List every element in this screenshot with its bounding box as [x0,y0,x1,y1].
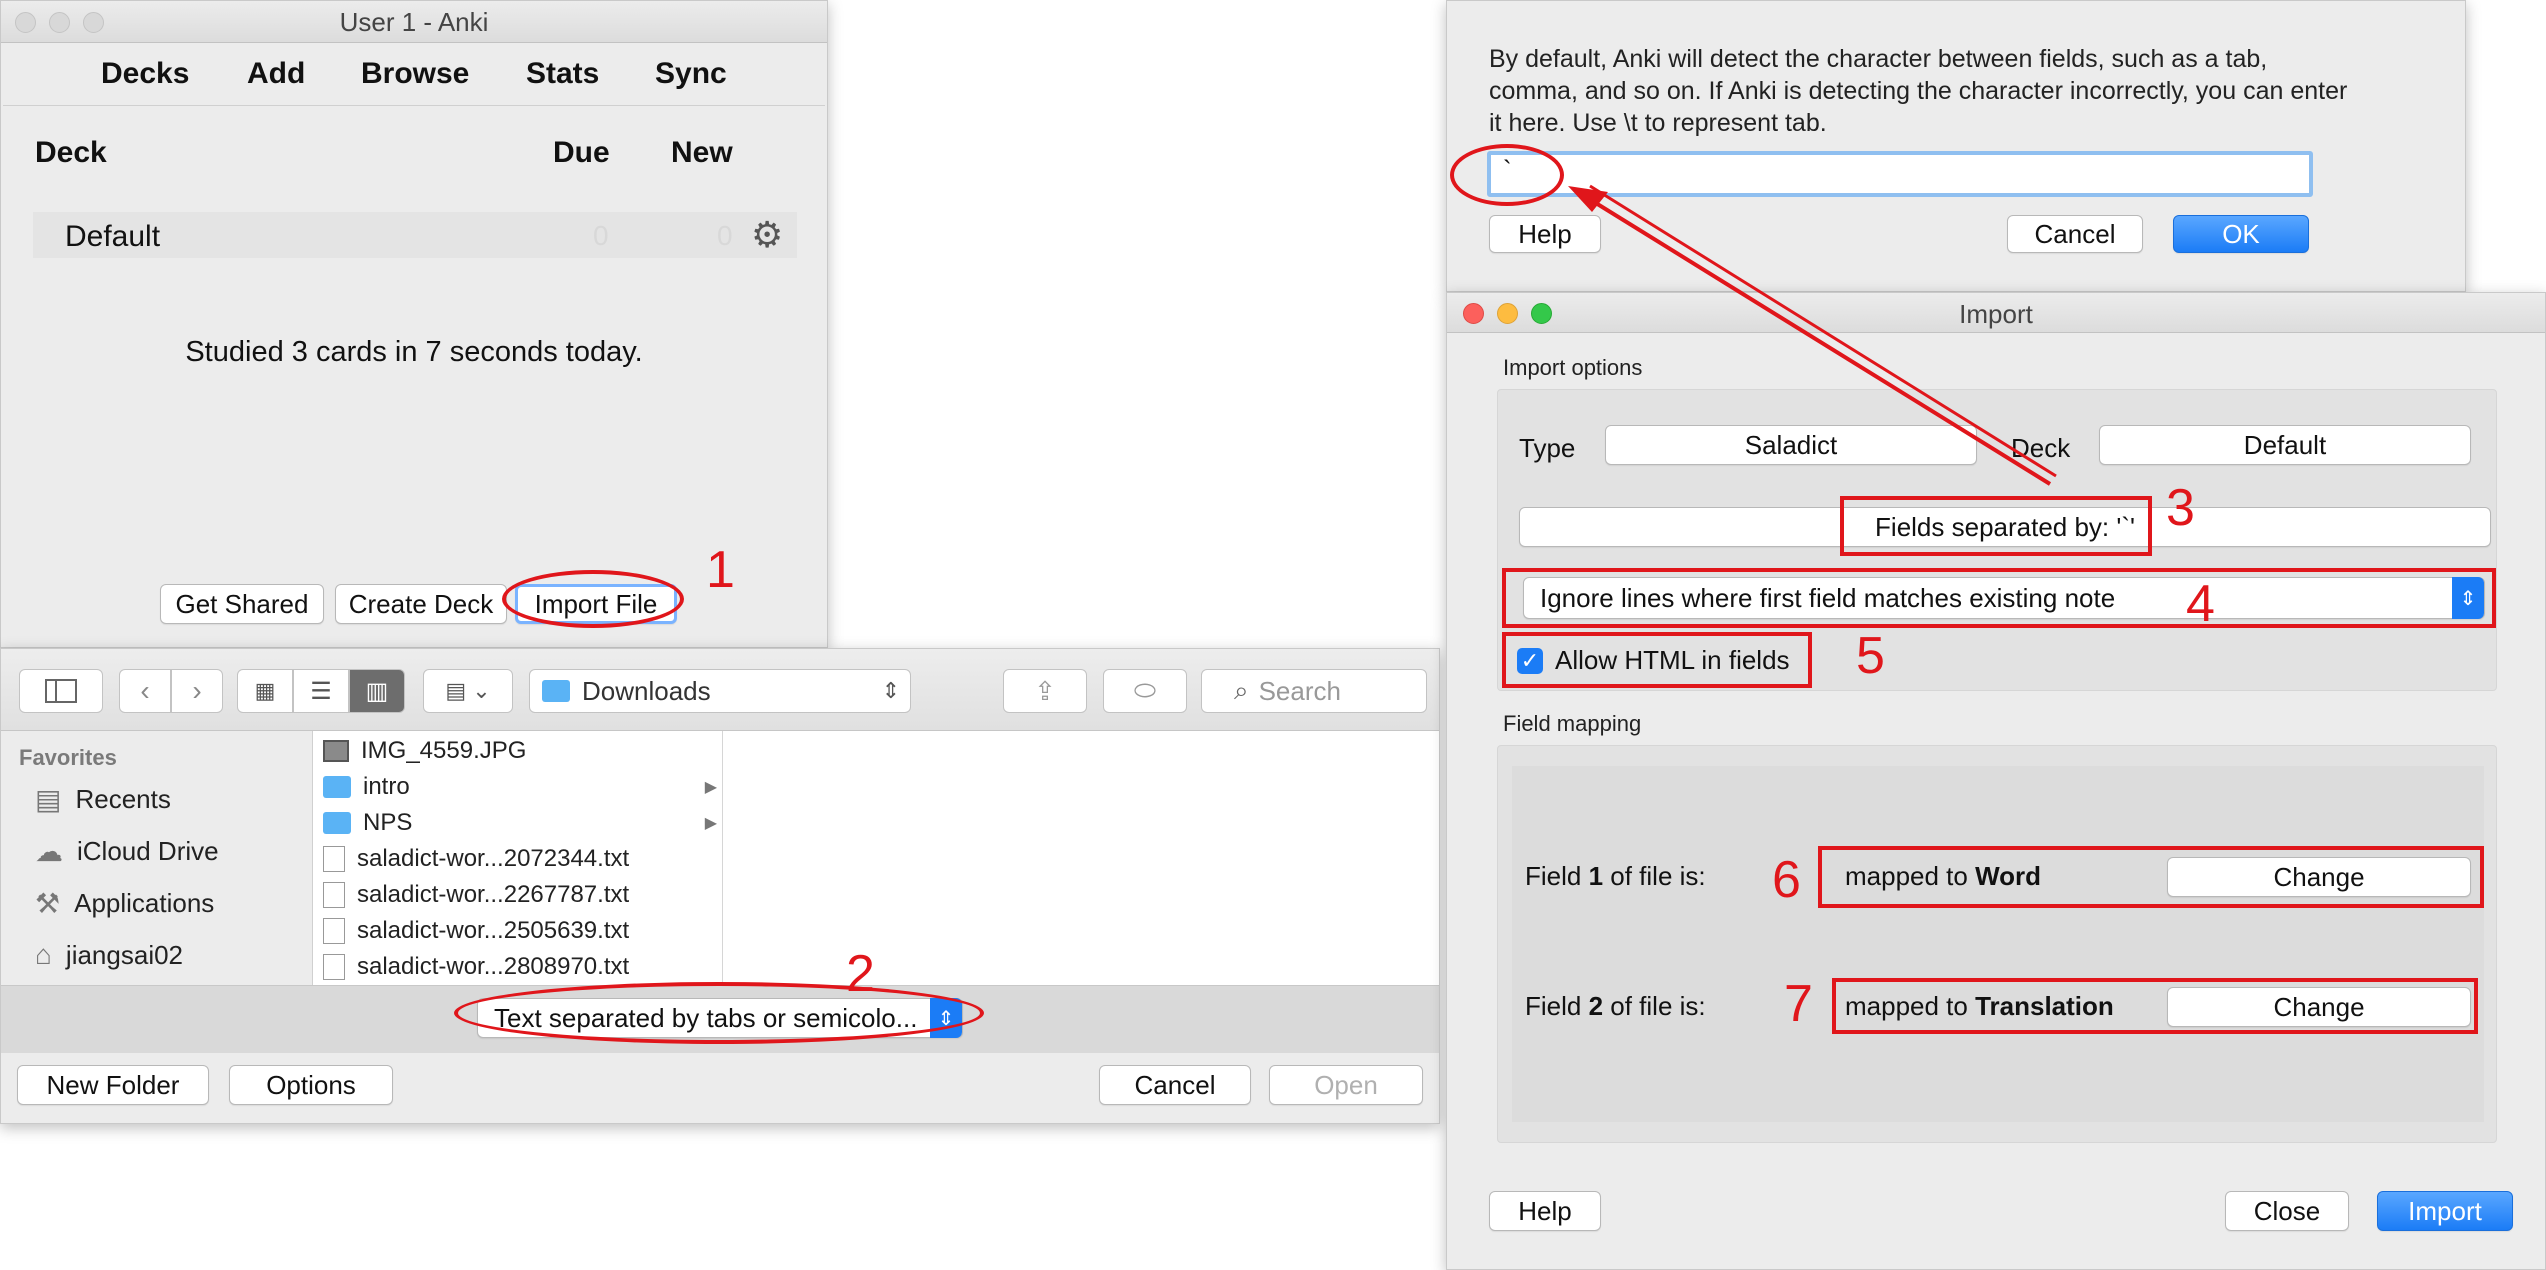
annotation-number-3: 3 [2166,479,2195,537]
annotation-number-6: 6 [1772,851,1801,909]
annotation-number-4: 4 [2186,575,2215,633]
annotation-number-1: 1 [706,541,735,599]
annotation-arrow [1568,184,2057,486]
annotation-number-7: 7 [1784,975,1813,1033]
annotation-number-5: 5 [1856,627,1885,685]
annotation-number-2: 2 [846,945,875,1003]
arrow-line [1589,184,2057,478]
arrow-line [1576,190,2052,486]
